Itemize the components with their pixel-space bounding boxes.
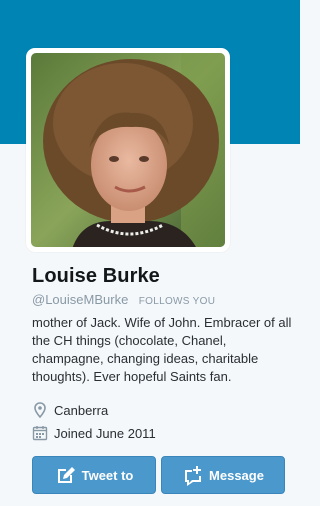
profile-location: Canberra bbox=[32, 402, 108, 418]
handle-row: @LouiseMBurke FOLLOWS YOU bbox=[32, 291, 215, 309]
calendar-icon bbox=[32, 425, 48, 441]
avatar-frame[interactable] bbox=[26, 48, 230, 252]
tweet-to-button[interactable]: Tweet to bbox=[32, 456, 156, 494]
profile-handle[interactable]: @LouiseMBurke bbox=[32, 292, 128, 307]
tweet-to-label: Tweet to bbox=[81, 467, 134, 483]
follows-you-badge: FOLLOWS YOU bbox=[138, 296, 216, 307]
profile-bio: mother of Jack. Wife of John. Embracer o… bbox=[32, 315, 292, 384]
message-label: Message bbox=[209, 467, 264, 483]
avatar bbox=[31, 53, 225, 247]
new-message-icon bbox=[182, 464, 204, 486]
map-pin-icon bbox=[32, 402, 48, 418]
location-text: Canberra bbox=[54, 402, 109, 418]
profile-name[interactable]: Louise Burke bbox=[32, 265, 160, 288]
profile-joined: Joined June 2011 bbox=[32, 425, 156, 441]
message-button[interactable]: Message bbox=[161, 456, 285, 494]
compose-icon bbox=[55, 464, 77, 486]
joined-text: Joined June 2011 bbox=[54, 425, 156, 441]
